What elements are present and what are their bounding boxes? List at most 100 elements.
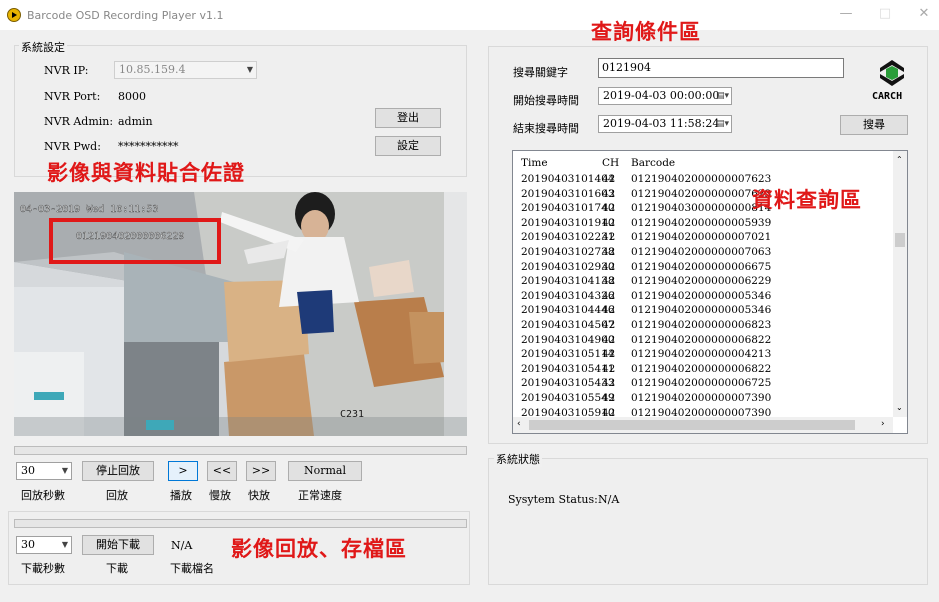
end-time-label: 結束搜尋時間: [513, 122, 579, 135]
maximize-button[interactable]: □: [875, 4, 895, 24]
normal-speed-button[interactable]: Normal: [288, 461, 362, 481]
keyword-input[interactable]: 0121904: [598, 58, 844, 78]
scrollbar-thumb[interactable]: [895, 233, 905, 247]
stop-playback-button[interactable]: 停止回放: [82, 461, 154, 481]
start-time-picker[interactable]: 2019-04-03 00:00:00 ▤▾: [598, 87, 732, 105]
cell-time: 20190403102738: [521, 246, 615, 258]
cell-ch: 42: [602, 202, 616, 215]
system-status-label: Sysytem Status:: [508, 493, 598, 506]
cell-barcode: 012190402000000006822: [631, 333, 772, 346]
logout-button[interactable]: 登出: [375, 108, 441, 128]
cell-ch: 42: [602, 406, 616, 417]
slow-button[interactable]: <<: [207, 461, 237, 481]
cell-ch: 42: [602, 275, 616, 288]
fast-caption: 快放: [248, 489, 270, 502]
cell-time: 20190403101740: [521, 202, 615, 215]
cell-barcode: 012190403000000000814: [631, 202, 772, 215]
table-row[interactable]: 20190403105433 42 012190402000000006725: [513, 377, 893, 391]
cell-time: 20190403105114: [521, 348, 615, 361]
system-status-value: N/A: [598, 493, 620, 506]
nvr-ip-combo[interactable]: 10.85.159.4 ▼: [114, 61, 257, 79]
cell-barcode: 012190402000000006725: [631, 377, 772, 390]
end-time-picker[interactable]: 2019-04-03 11:58:24 ▤▾: [598, 115, 732, 133]
keyword-label: 搜尋關鍵字: [513, 66, 568, 79]
calendar-icon[interactable]: ▤▾: [716, 116, 729, 132]
cell-barcode: 012190402000000007063: [631, 246, 772, 258]
minimize-button[interactable]: —: [836, 4, 856, 24]
cell-time: 20190403105433: [521, 377, 615, 390]
play-button[interactable]: >: [168, 461, 198, 481]
cell-time: 20190403104138: [521, 275, 615, 288]
table-row[interactable]: 20190403104900 42 012190402000000006822: [513, 334, 893, 348]
table-row[interactable]: 20190403104446 42 012190402000000005346: [513, 304, 893, 318]
horizontal-scrollbar[interactable]: ‹ ›: [513, 417, 893, 433]
cell-time: 20190403101404: [521, 173, 615, 185]
table-row[interactable]: 20190403104138 42 012190402000000006229: [513, 275, 893, 289]
table-row[interactable]: 20190403102738 42 012190402000000007063: [513, 246, 893, 260]
chevron-down-icon: ▼: [61, 540, 68, 549]
set-button[interactable]: 設定: [375, 136, 441, 156]
cell-ch: 42: [602, 362, 616, 375]
cell-ch: 42: [602, 289, 616, 302]
cell-barcode: 012190402000000005939: [631, 216, 772, 229]
column-header-ch[interactable]: CH: [602, 157, 619, 171]
cell-barcode: 012190402000000006823: [631, 319, 772, 331]
download-filename-value: N/A: [171, 539, 193, 552]
download-seconds-combo[interactable]: 30 ▼: [16, 536, 72, 554]
nvr-pwd-value: ***********: [118, 140, 179, 153]
vertical-scrollbar[interactable]: ⌃ ⌄: [893, 151, 907, 417]
scroll-right-icon[interactable]: ›: [881, 419, 885, 429]
table-row[interactable]: 20190403105411 42 012190402000000006822: [513, 363, 893, 377]
cell-time: 20190403105910: [521, 406, 615, 417]
scroll-up-icon[interactable]: ⌃: [896, 155, 903, 164]
table-row[interactable]: 20190403102231 42 012190402000000007021: [513, 231, 893, 245]
playback-progress-bar[interactable]: [14, 446, 467, 455]
osd-datetime: 04-03-2019 Wed 10:11:53: [20, 204, 158, 215]
nvr-pwd-label: NVR Pwd:: [44, 140, 101, 153]
window-title: Barcode OSD Recording Player v1.1: [27, 9, 224, 22]
calendar-icon[interactable]: ▤▾: [716, 88, 729, 104]
cell-ch: 42: [602, 187, 616, 200]
cell-ch: 42: [602, 260, 616, 273]
playback-annotation: 影像回放、存檔區: [231, 537, 407, 561]
table-row[interactable]: 20190403104507 42 012190402000000006823: [513, 319, 893, 333]
playback-seconds-caption: 回放秒數: [21, 489, 65, 502]
cell-time: 20190403104326: [521, 289, 615, 302]
nvr-admin-value: admin: [118, 115, 153, 128]
nvr-ip-label: NVR IP:: [44, 64, 89, 77]
normal-caption: 正常速度: [298, 489, 342, 502]
carch-logo-text: CARCH: [872, 91, 903, 102]
table-row[interactable]: 20190403105910 42 012190402000000007390: [513, 407, 893, 417]
cell-time: 20190403104446: [521, 304, 615, 317]
download-seconds-caption: 下載秒數: [21, 562, 65, 575]
scroll-down-icon[interactable]: ⌄: [896, 403, 903, 412]
playback-seconds-combo[interactable]: 30 ▼: [16, 462, 72, 480]
start-download-button[interactable]: 開始下載: [82, 535, 154, 555]
settings-group-title: 系統設定: [19, 39, 67, 55]
cell-ch: 42: [602, 173, 616, 185]
table-row[interactable]: 20190403104326 42 012190402000000005346: [513, 290, 893, 304]
table-row[interactable]: 20190403102930 42 012190402000000006675: [513, 261, 893, 275]
column-header-barcode[interactable]: Barcode: [631, 157, 675, 171]
fast-button[interactable]: >>: [246, 461, 276, 481]
carch-logo: [872, 58, 912, 88]
search-button[interactable]: 搜尋: [840, 115, 908, 135]
scroll-left-icon[interactable]: ‹: [517, 419, 521, 429]
table-row[interactable]: 20190403101910 42 012190402000000005939: [513, 217, 893, 231]
video-player[interactable]: 04-03-2019 Wed 10:11:53 0121904020000062…: [14, 192, 467, 436]
app-icon: [7, 8, 21, 22]
table-row[interactable]: 20190403105549 42 012190402000000007390: [513, 392, 893, 406]
horizontal-scrollbar-thumb[interactable]: [529, 420, 855, 430]
cell-time: 20190403104507: [521, 319, 615, 331]
query-annotation: 查詢條件區: [591, 20, 701, 44]
cell-time: 20190403101603: [521, 187, 615, 200]
table-row[interactable]: 20190403105114 42 012190402000000004213: [513, 348, 893, 362]
data-annotation: 資料查詢區: [752, 188, 862, 212]
cell-barcode: 012190402000000006822: [631, 362, 772, 375]
cell-time: 20190403104900: [521, 333, 615, 346]
close-button[interactable]: ✕: [914, 4, 934, 24]
nvr-port-value: 8000: [118, 90, 146, 103]
download-progress-bar: [14, 519, 467, 528]
cell-ch: 42: [602, 304, 616, 317]
column-header-time[interactable]: Time: [521, 157, 548, 171]
